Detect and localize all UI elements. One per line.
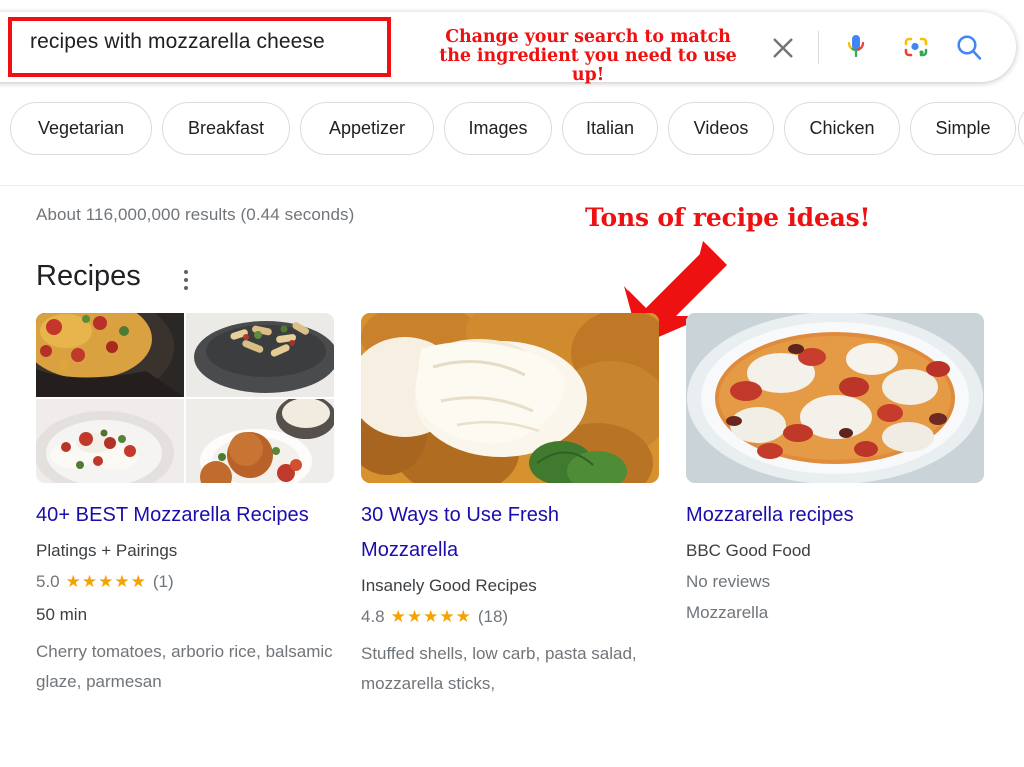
kebab-dot [184,270,188,274]
star-rating-icon: ★★★★★ [390,607,472,626]
kebab-dot [184,278,188,282]
filter-chip-label: Videos [693,118,749,138]
close-icon[interactable] [768,33,798,63]
recipe-card-source: Insanely Good Recipes [361,576,537,595]
filter-chip-appetizer[interactable]: Appetizer [300,102,434,155]
recipe-card[interactable]: 40+ BEST Mozzarella Recipes Platings + P… [36,313,334,697]
search-annotation-text: Change your search to match the ingredie… [430,28,746,85]
recipe-card-description: Stuffed shells, low carb, pasta salad, m… [361,644,637,693]
recipe-card-description: Cherry tomatoes, arborio rice, balsamic … [36,642,333,691]
results-annotation-text: Tons of recipe ideas! [585,203,871,232]
rating-value: 4.8 [361,607,385,626]
review-count: (1) [152,572,174,591]
recipe-card-rating: 4.8 ★★★★★ (18) [361,606,659,628]
microphone-icon[interactable] [840,31,872,64]
tomato-mozzarella-bake-photo [686,313,984,483]
search-query-highlight-box [8,17,391,77]
filter-chip-videos[interactable]: Videos [668,102,774,155]
recipe-card-source: Platings + Pairings [36,541,178,560]
filter-chip-label: Breakfast [187,118,265,138]
search-header: recipes with mozzarella cheese Change yo… [0,0,1024,96]
rating-value: 5.0 [36,572,60,591]
kebab-dot [184,286,188,290]
recipe-card-rating: 5.0 ★★★★★ (1) [36,571,334,593]
filter-chip-breakfast[interactable]: Breakfast [162,102,290,155]
page-title: Recipes [36,260,141,292]
recipe-card[interactable]: Mozzarella recipes BBC Good Food No revi… [686,313,984,624]
filter-chip-images[interactable]: Images [444,102,552,155]
recipe-card[interactable]: 30 Ways to Use Fresh Mozzarella Insanely… [361,313,659,699]
collage-cell-pasta-plate [186,313,334,397]
filter-chip-italian[interactable]: Italian [562,102,658,155]
collage-cell-pan-dish [36,313,184,397]
recipe-card-description: Mozzarella [686,603,769,622]
google-lens-camera-icon[interactable] [900,31,932,64]
recipe-card-time: 50 min [36,605,88,624]
collage-cell-arancini-plate [186,399,334,483]
recipe-card-title[interactable]: Mozzarella recipes [686,498,984,533]
search-annotation-line-1: Change your search to match [445,27,731,47]
filter-chip-label: Italian [585,118,635,138]
recipe-card-source: BBC Good Food [686,541,811,560]
recipe-card-title[interactable]: 40+ BEST Mozzarella Recipes [36,498,334,533]
google-search-results-page: recipes with mozzarella cheese Change yo… [0,0,1024,767]
more-options-kebab-icon[interactable] [176,268,196,292]
header-bottom-divider [0,185,1024,186]
filter-chips-bar[interactable]: Vegetarian Breakfast Appetizer Images It… [0,102,1024,168]
header-divider [818,31,819,64]
result-stats: About 116,000,000 results (0.44 seconds) [36,205,355,224]
fried-mozzarella-sticks-photo [361,313,659,483]
filter-chip-label: Images [468,118,528,138]
recipe-card-title[interactable]: 30 Ways to Use Fresh Mozzarella [361,498,659,568]
filter-chip-vegetarian[interactable]: Vegetarian [10,102,152,155]
search-icon[interactable] [953,31,986,64]
star-rating-icon: ★★★★★ [65,572,147,591]
filter-chip-label: Appetizer [328,118,406,138]
recipe-card-image[interactable] [361,313,659,483]
recipe-image-collage [36,313,334,483]
recipe-card-image[interactable] [686,313,984,483]
filter-chip-label: Vegetarian [37,118,125,138]
search-annotation-line-2: the ingredient you need to use up! [439,46,737,85]
filter-chip-simple[interactable]: Simple [910,102,1016,155]
filter-chip-label: Simple [935,118,991,138]
review-count: (18) [477,607,509,626]
recipe-card-image[interactable] [36,313,334,483]
filter-chip-chicken[interactable]: Chicken [784,102,900,155]
recipe-card-no-reviews: No reviews [686,572,771,591]
filter-chip-next-partial[interactable] [1018,102,1024,155]
filter-chip-label: Chicken [809,118,875,138]
collage-cell-caprese-plate [36,399,184,483]
